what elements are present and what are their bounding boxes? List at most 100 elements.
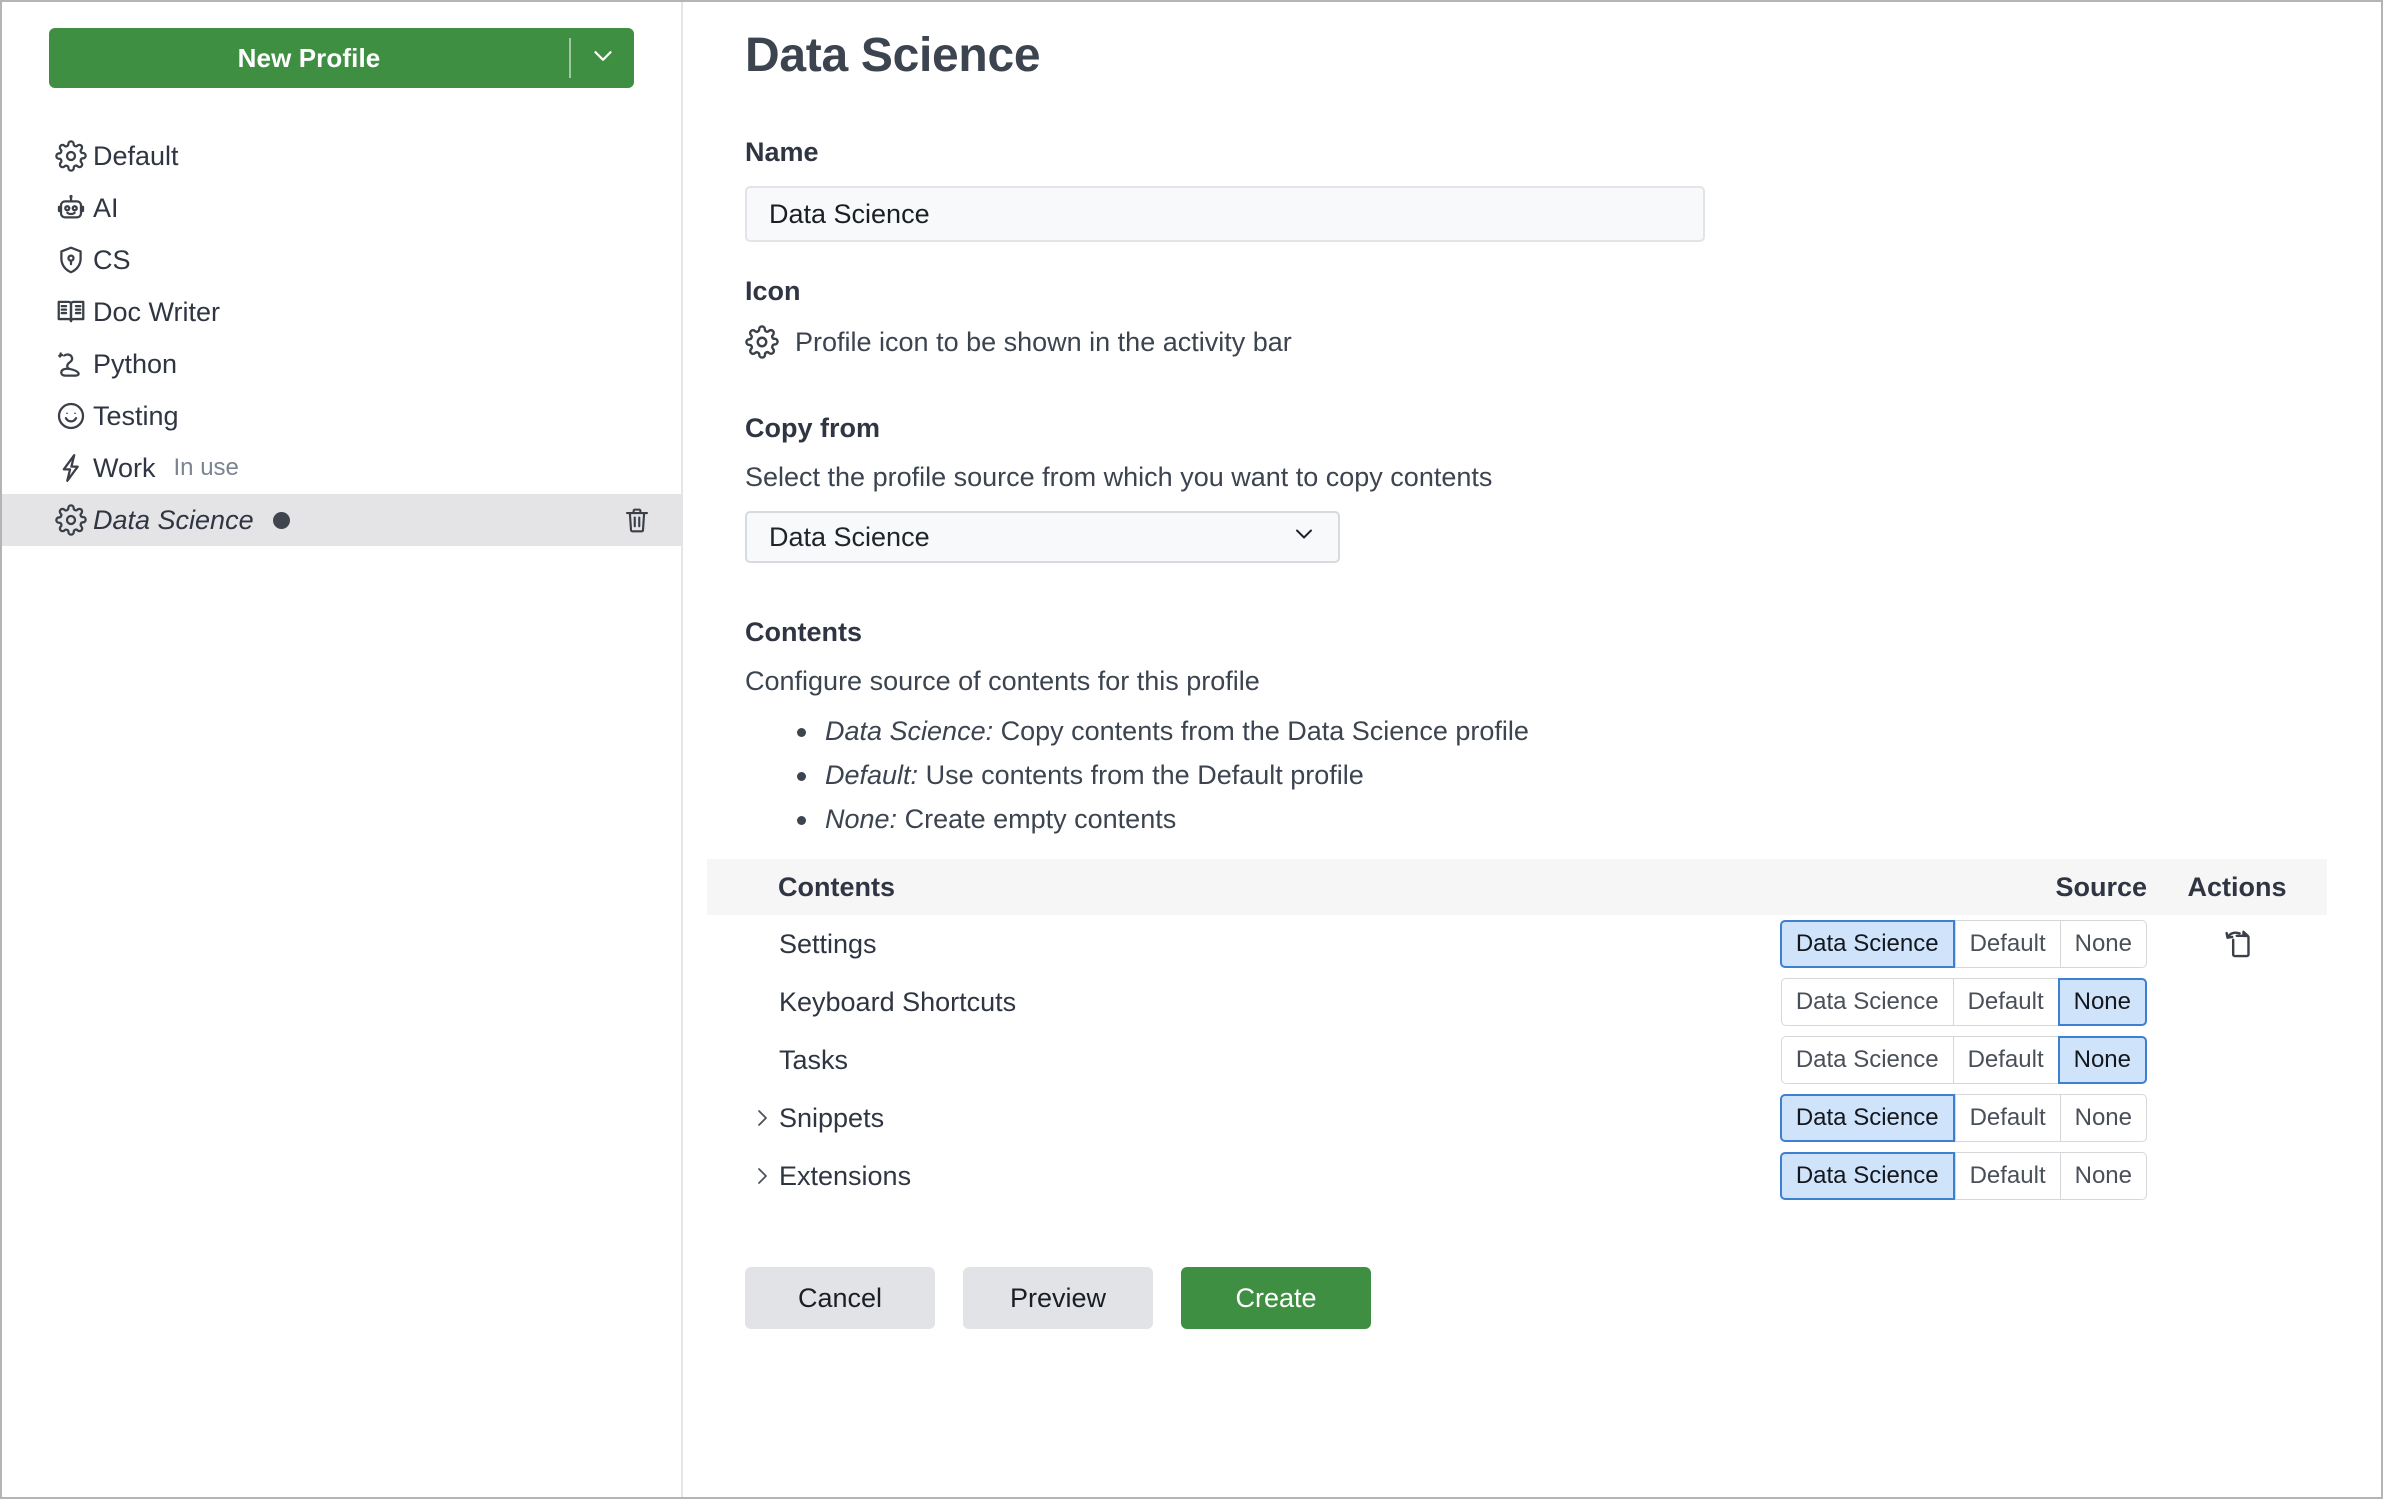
icon-picker-row[interactable]: Profile icon to be shown in the activity… [745, 325, 2381, 359]
row-label-extensions: Extensions [779, 1160, 912, 1191]
source-option-data-science-keyboard-shortcuts[interactable]: Data Science [1780, 978, 1953, 1026]
chevron-right-icon[interactable] [747, 1164, 777, 1188]
new-profile-bar: New Profile [49, 28, 634, 88]
row-actions-cell [2147, 1096, 2327, 1140]
new-profile-button[interactable]: New Profile [49, 28, 569, 88]
contents-table: Contents Source Actions Settings Data Sci… [707, 859, 2327, 1205]
source-option-default-keyboard-shortcuts[interactable]: Default [1952, 978, 2058, 1026]
profile-list-item-cs[interactable]: CS [2, 234, 681, 286]
source-toggle-group-snippets[interactable]: Data Science Default None [1779, 1094, 2147, 1142]
copy-from-description: Select the profile source from which you… [745, 462, 1493, 492]
chevron-down-icon [588, 41, 618, 76]
row-label-keyboard-shortcuts: Keyboard Shortcuts [779, 986, 1017, 1017]
profile-name: Work [93, 452, 156, 483]
profile-name: Default [93, 140, 179, 171]
contents-table-row: Snippets Data Science Default None [707, 1089, 2327, 1147]
smiley-icon [55, 400, 93, 432]
source-toggle-group-extensions[interactable]: Data Science Default None [1779, 1152, 2147, 1200]
row-contents-cell: Keyboard Shortcuts [707, 987, 1781, 1018]
profile-name: AI [93, 192, 119, 223]
copy-from-select[interactable]: Data Science [745, 511, 1340, 563]
chevron-right-icon[interactable] [747, 1106, 777, 1130]
source-option-data-science-tasks[interactable]: Data Science [1780, 1036, 1953, 1084]
new-profile-dropdown-button[interactable] [571, 28, 634, 88]
cancel-button[interactable]: Cancel [745, 1267, 935, 1329]
snake-icon [55, 348, 93, 380]
source-option-none-snippets[interactable]: None [2059, 1094, 2147, 1142]
bullet-text: Create empty contents [904, 804, 1177, 834]
source-toggle-group-settings[interactable]: Data Science Default None [1779, 920, 2147, 968]
source-toggle-group-tasks[interactable]: Data Science Default None [1780, 1036, 2147, 1084]
row-label-tasks: Tasks [779, 1044, 849, 1075]
row-source-cell: Data Science Default None [1779, 1152, 2147, 1200]
source-option-data-science-snippets[interactable]: Data Science [1779, 1094, 1955, 1142]
create-button[interactable]: Create [1181, 1267, 1371, 1329]
gear-icon [55, 504, 93, 536]
gear-icon [55, 140, 93, 172]
zap-icon [55, 452, 93, 484]
profile-list-item-data-science[interactable]: Data Science [2, 494, 681, 546]
source-option-default-extensions[interactable]: Default [1954, 1152, 2060, 1200]
source-option-none-tasks[interactable]: None [2057, 1036, 2147, 1084]
contents-table-row: Extensions Data Science Default None [707, 1147, 2327, 1205]
profile-name: CS [93, 244, 131, 275]
source-option-none-extensions[interactable]: None [2059, 1152, 2147, 1200]
row-source-cell: Data Science Default None [1780, 1036, 2147, 1084]
form-actions: Cancel Preview Create [745, 1267, 2381, 1329]
name-label: Name [745, 137, 819, 167]
copy-from-section: Copy from Select the profile source from… [745, 413, 2381, 563]
source-option-default-tasks[interactable]: Default [1952, 1036, 2058, 1084]
row-contents-cell: Extensions [707, 1161, 1780, 1192]
source-option-default-snippets[interactable]: Default [1954, 1094, 2060, 1142]
profiles-sidebar: New Profile Default AI CS Doc Writer Python T… [2, 2, 683, 1497]
bullet-term: Data Science: [825, 716, 994, 746]
book-icon [55, 296, 93, 328]
new-profile-split-button[interactable]: New Profile [49, 28, 634, 88]
icon-label: Icon [745, 276, 801, 306]
preview-button[interactable]: Preview [963, 1267, 1153, 1329]
bullet-text: Use contents from the Default profile [925, 760, 1364, 790]
row-source-cell: Data Science Default None [1779, 920, 2147, 968]
profile-list: Default AI CS Doc Writer Python Testing Work In… [2, 130, 681, 546]
source-option-data-science-extensions[interactable]: Data Science [1779, 1152, 1955, 1200]
row-contents-cell: Tasks [707, 1045, 1781, 1076]
name-input[interactable]: Data Science [745, 186, 1705, 242]
unsaved-changes-dot [272, 511, 290, 529]
row-label-settings: Settings [779, 928, 877, 959]
row-actions-cell [2147, 1154, 2327, 1198]
row-source-cell: Data Science Default None [1779, 1094, 2147, 1142]
gear-icon[interactable] [745, 325, 779, 359]
contents-bullet-list: Data Science: Copy contents from the Dat… [791, 709, 2381, 841]
profile-list-item-work[interactable]: Work In use [2, 442, 681, 494]
bullet-term: Default: [825, 760, 919, 790]
name-section: Name Data Science [745, 137, 2381, 242]
icon-section: Icon Profile icon to be shown in the act… [745, 276, 2381, 359]
column-header-source: Source [2055, 871, 2147, 902]
profile-list-item-testing[interactable]: Testing [2, 390, 681, 442]
contents-table-row: Tasks Data Science Default None [707, 1031, 2327, 1089]
source-option-none-keyboard-shortcuts[interactable]: None [2057, 978, 2147, 1026]
export-file-icon[interactable] [2215, 922, 2259, 966]
source-option-data-science-settings[interactable]: Data Science [1779, 920, 1955, 968]
delete-profile-button[interactable] [617, 500, 657, 540]
chevron-down-icon [1290, 520, 1318, 555]
profile-list-item-doc-writer[interactable]: Doc Writer [2, 286, 681, 338]
source-option-default-settings[interactable]: Default [1954, 920, 2060, 968]
contents-table-row: Keyboard Shortcuts Data Science Default Non… [707, 973, 2327, 1031]
bullet-term: None: [825, 804, 898, 834]
profiles-editor-window: New Profile Default AI CS Doc Writer Python T… [0, 0, 2383, 1499]
profile-list-item-ai[interactable]: AI [2, 182, 681, 234]
contents-bullet: Default: Use contents from the Default p… [791, 753, 2381, 797]
column-header-contents: Contents [778, 871, 895, 902]
row-actions-cell [2147, 1038, 2327, 1082]
profile-list-item-default[interactable]: Default [2, 130, 681, 182]
source-option-none-settings[interactable]: None [2059, 920, 2147, 968]
row-contents-cell: Settings [707, 929, 1780, 960]
row-label-snippets: Snippets [779, 1102, 885, 1133]
copy-from-label: Copy from [745, 413, 880, 443]
profile-list-item-python[interactable]: Python [2, 338, 681, 390]
contents-description: Configure source of contents for this pr… [745, 666, 1260, 696]
bullet-text: Copy contents from the Data Science prof… [1000, 716, 1529, 746]
robot-icon [55, 192, 93, 224]
source-toggle-group-keyboard-shortcuts[interactable]: Data Science Default None [1780, 978, 2147, 1026]
